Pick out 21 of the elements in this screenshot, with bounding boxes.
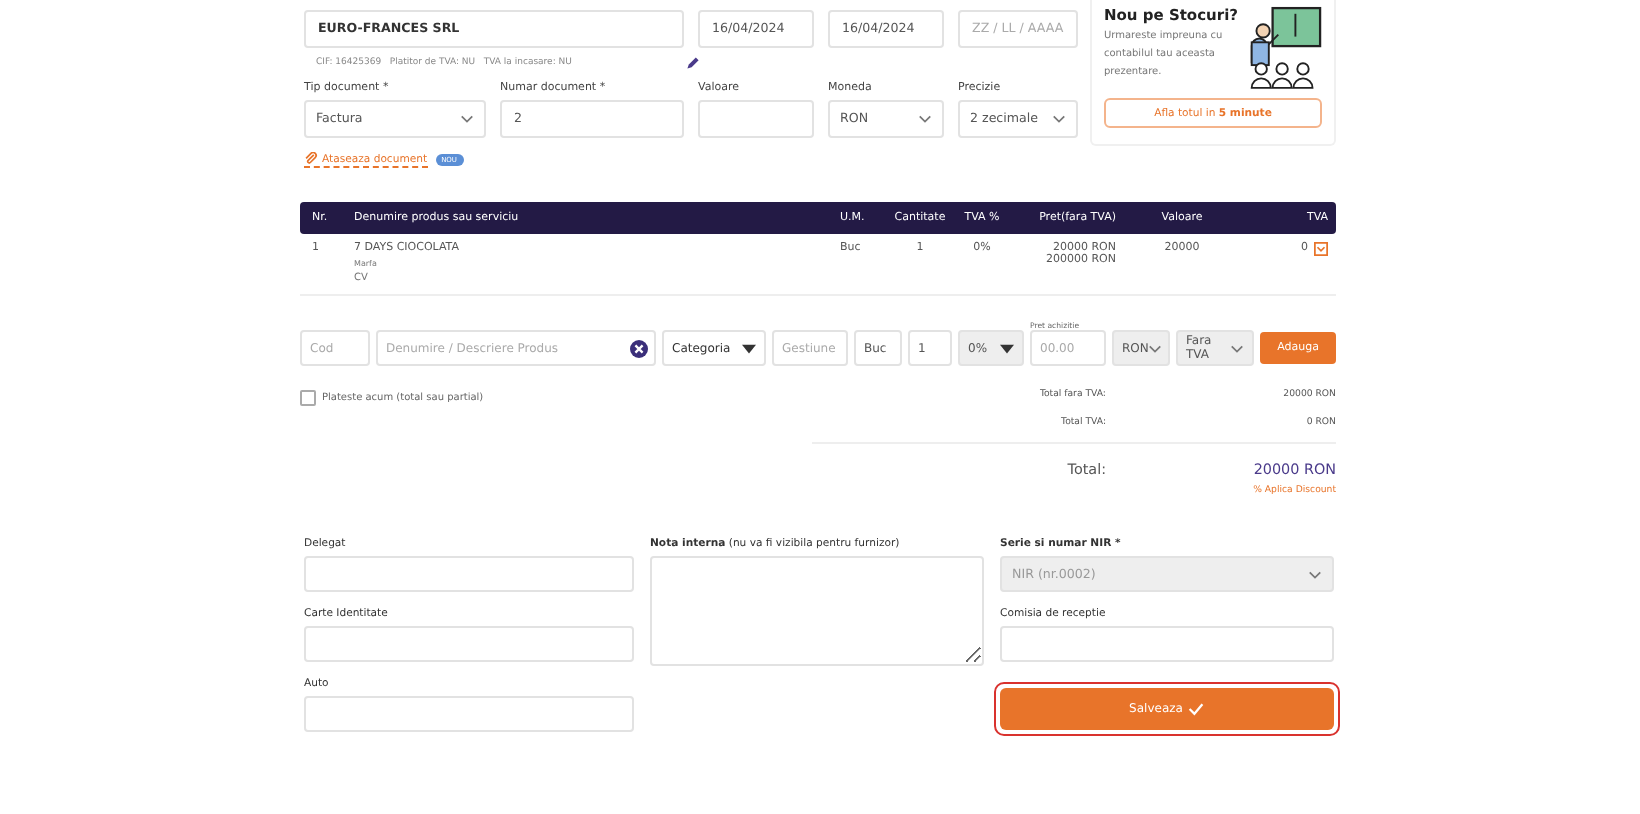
input-field[interactable] xyxy=(304,696,634,732)
input-field[interactable] xyxy=(698,100,814,138)
check-icon xyxy=(1188,702,1205,716)
caret-icon[interactable] xyxy=(1314,242,1328,256)
pencil-icon[interactable] xyxy=(686,55,700,69)
teacher-drawing xyxy=(1246,6,1322,90)
caret-icon xyxy=(1000,343,1014,353)
caret-icon xyxy=(1148,343,1163,353)
clear-icon[interactable] xyxy=(630,339,648,357)
paperclip-icon xyxy=(304,152,318,166)
input-field[interactable] xyxy=(304,626,634,662)
caret-icon xyxy=(918,114,932,124)
caret-icon xyxy=(1230,343,1244,353)
caret-icon xyxy=(460,114,474,124)
caret-icon xyxy=(1308,569,1322,579)
caret-icon xyxy=(742,343,756,353)
input-field[interactable] xyxy=(304,556,634,592)
checkbox[interactable] xyxy=(300,390,316,406)
note-textarea[interactable] xyxy=(650,556,984,666)
caret-icon xyxy=(1052,114,1066,124)
input-field[interactable] xyxy=(1000,626,1334,662)
